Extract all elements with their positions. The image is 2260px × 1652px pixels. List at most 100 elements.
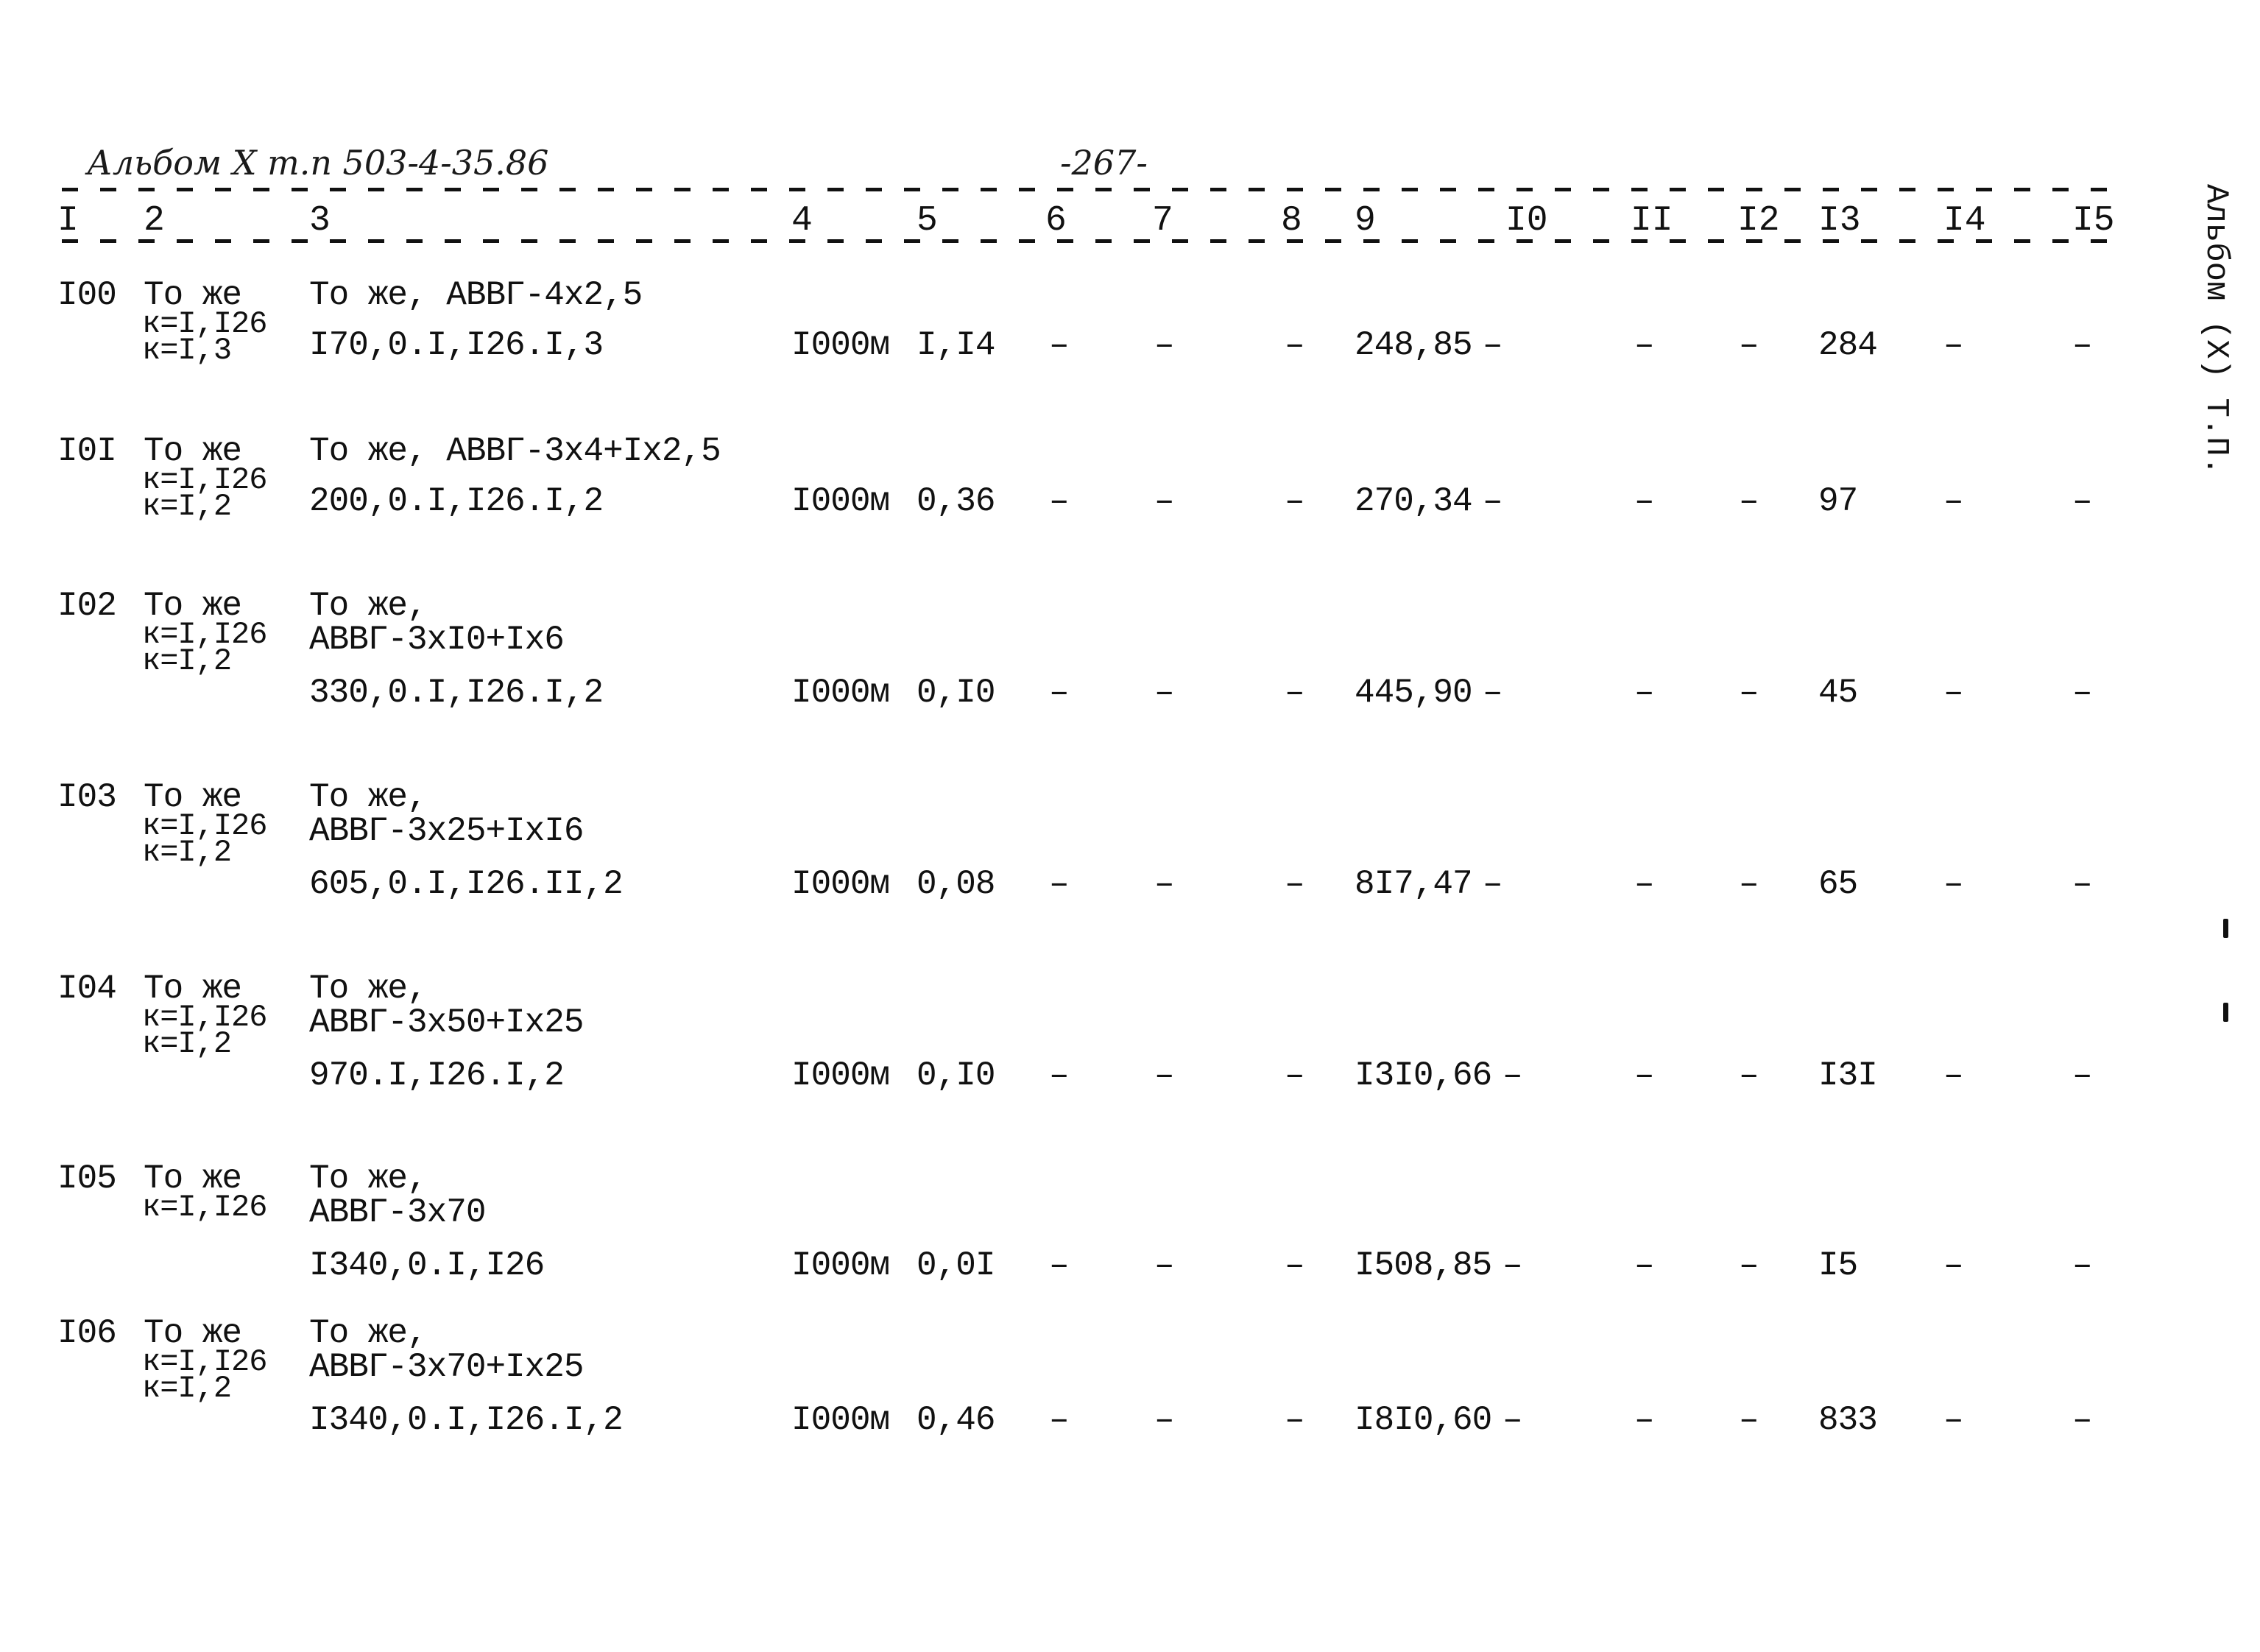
unit-cost: I508,85	[1355, 1246, 1492, 1285]
coefficient: к=I,2	[142, 643, 232, 679]
item-description: То же,	[309, 1159, 428, 1198]
item-description: То же, АВВГ-3х4+Iх2,5	[309, 432, 721, 470]
total-value: 45	[1818, 674, 1858, 712]
unit-cost: 270,34	[1355, 482, 1473, 520]
empty-cell-dash: –	[1154, 326, 1175, 364]
album-reference: Альбом X т.п 503-4-35.86	[87, 143, 549, 183]
item-number: I06	[57, 1314, 117, 1352]
empty-cell-dash: –	[1502, 1401, 1523, 1439]
empty-cell-dash: –	[1483, 482, 1503, 520]
quantity: 0,I0	[917, 1056, 995, 1095]
empty-cell-dash: –	[1049, 674, 1070, 712]
column-number: I3	[1818, 201, 1861, 241]
item-description: То же,	[309, 1314, 428, 1352]
coefficient: к=I,2	[142, 1371, 232, 1406]
empty-cell-dash: –	[1502, 1246, 1523, 1285]
column-number: I4	[1943, 201, 1986, 241]
unit-cost: 248,85	[1355, 326, 1473, 364]
empty-cell-dash: –	[2072, 1246, 2093, 1285]
empty-cell-dash: –	[1154, 1401, 1175, 1439]
empty-cell-dash: –	[1943, 1401, 1964, 1439]
empty-cell-dash: –	[1634, 326, 1655, 364]
margin-mark	[2223, 1003, 2228, 1022]
empty-cell-dash: –	[1154, 1246, 1175, 1285]
item-number: I0I	[57, 432, 117, 470]
empty-cell-dash: –	[1943, 1056, 1964, 1095]
empty-cell-dash: –	[1049, 482, 1070, 520]
empty-cell-dash: –	[1049, 326, 1070, 364]
unit: I000м	[791, 674, 890, 712]
empty-cell-dash: –	[1154, 1056, 1175, 1095]
empty-cell-dash: –	[1502, 1056, 1523, 1095]
empty-cell-dash: –	[1739, 1401, 1759, 1439]
empty-cell-dash: –	[1634, 1056, 1655, 1095]
empty-cell-dash: –	[1483, 326, 1503, 364]
quantity: I,I4	[917, 326, 995, 364]
price-code: I340,0.I,I26	[309, 1246, 545, 1285]
empty-cell-dash: –	[1634, 674, 1655, 712]
empty-cell-dash: –	[1049, 1246, 1070, 1285]
empty-cell-dash: –	[1285, 865, 1305, 903]
empty-cell-dash: –	[1634, 1401, 1655, 1439]
quantity: 0,I0	[917, 674, 995, 712]
item-number: I04	[57, 970, 117, 1008]
item-description: АВВГ-3х50+Iх25	[309, 1003, 584, 1042]
total-value: I3I	[1818, 1056, 1878, 1095]
header-bottom-rule	[62, 239, 2116, 243]
empty-cell-dash: –	[1285, 674, 1305, 712]
column-number: 7	[1152, 201, 1173, 241]
empty-cell-dash: –	[2072, 482, 2093, 520]
empty-cell-dash: –	[2072, 865, 2093, 903]
item-description: АВВГ-3х70	[309, 1193, 486, 1232]
empty-cell-dash: –	[1285, 1056, 1305, 1095]
empty-cell-dash: –	[1943, 674, 1964, 712]
item-description: АВВГ-3х25+IхI6	[309, 812, 584, 850]
empty-cell-dash: –	[1634, 1246, 1655, 1285]
empty-cell-dash: –	[1943, 1246, 1964, 1285]
column-number: 8	[1281, 201, 1302, 241]
unit: I000м	[791, 482, 890, 520]
coefficient: к=I,2	[142, 1026, 232, 1062]
column-number: 2	[144, 201, 165, 241]
empty-cell-dash: –	[1285, 1401, 1305, 1439]
empty-cell-dash: –	[2072, 1401, 2093, 1439]
item-description: То же, АВВГ-4х2,5	[309, 276, 643, 314]
empty-cell-dash: –	[1154, 482, 1175, 520]
total-value: 97	[1818, 482, 1858, 520]
total-value: I5	[1818, 1246, 1858, 1285]
empty-cell-dash: –	[1285, 482, 1305, 520]
unit-cost: I3I0,66	[1355, 1056, 1492, 1095]
unit-cost: 8I7,47	[1355, 865, 1473, 903]
empty-cell-dash: –	[1154, 674, 1175, 712]
column-number: I	[57, 201, 79, 241]
column-number: 6	[1045, 201, 1067, 241]
quantity: 0,08	[917, 865, 995, 903]
margin-mark	[2223, 919, 2228, 938]
price-code: 330,0.I,I26.I,2	[309, 674, 604, 712]
empty-cell-dash: –	[1739, 674, 1759, 712]
empty-cell-dash: –	[1049, 1401, 1070, 1439]
unit-cost: I8I0,60	[1355, 1401, 1492, 1439]
item-description: То же,	[309, 587, 428, 625]
empty-cell-dash: –	[1634, 865, 1655, 903]
column-number: 3	[309, 201, 331, 241]
empty-cell-dash: –	[1943, 482, 1964, 520]
price-code: 605,0.I,I26.II,2	[309, 865, 624, 903]
item-number: I02	[57, 587, 117, 625]
empty-cell-dash: –	[2072, 326, 2093, 364]
total-value: 284	[1818, 326, 1878, 364]
empty-cell-dash: –	[1483, 674, 1503, 712]
price-code: I340,0.I,I26.I,2	[309, 1401, 624, 1439]
total-value: 833	[1818, 1401, 1878, 1439]
empty-cell-dash: –	[1739, 482, 1759, 520]
empty-cell-dash: –	[1739, 865, 1759, 903]
column-number: 5	[917, 201, 938, 241]
column-number: I2	[1737, 201, 1780, 241]
empty-cell-dash: –	[1154, 865, 1175, 903]
empty-cell-dash: –	[2072, 674, 2093, 712]
empty-cell-dash: –	[1049, 1056, 1070, 1095]
item-description: АВВГ-3х70+Iх25	[309, 1348, 584, 1386]
column-number: I5	[2072, 201, 2115, 241]
unit: I000м	[791, 326, 890, 364]
coefficient: к=I,I26	[142, 1190, 267, 1225]
